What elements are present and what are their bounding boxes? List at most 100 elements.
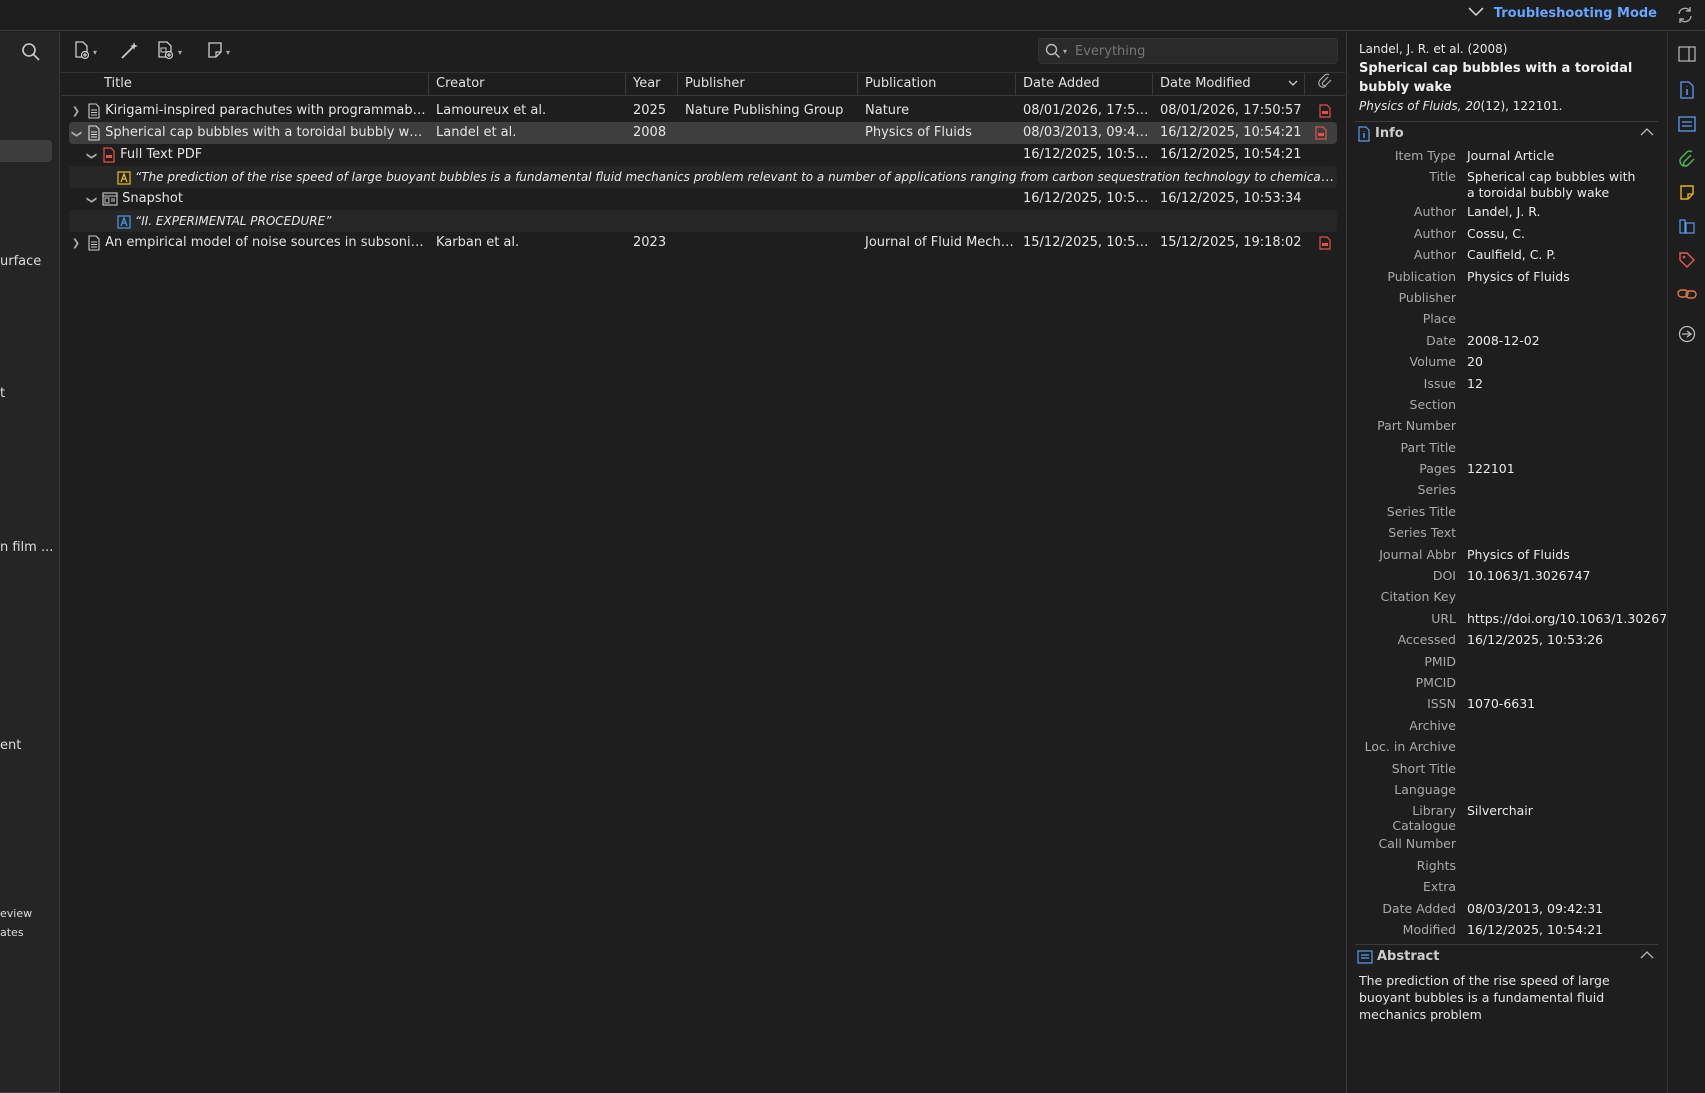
- field-value[interactable]: 08/03/2013, 09:42:31: [1456, 898, 1646, 917]
- selected-collection[interactable]: [0, 140, 52, 162]
- field-value[interactable]: [1456, 437, 1646, 440]
- collapse-arrow-icon[interactable]: ❯: [80, 193, 102, 207]
- field-value[interactable]: [1456, 287, 1646, 290]
- collapse-arrow-icon[interactable]: ❯: [80, 149, 102, 163]
- abstract-text[interactable]: The prediction of the rise speed of larg…: [1347, 968, 1666, 1027]
- collection-fragment[interactable]: n film ...: [0, 540, 53, 555]
- date-added-cell: 16/12/2025, 10:53:30: [1023, 147, 1153, 162]
- abstract-section-header[interactable]: Abstract: [1355, 944, 1658, 968]
- field-value[interactable]: [1456, 855, 1646, 858]
- field-value[interactable]: 1070-6631: [1456, 693, 1646, 712]
- field-value[interactable]: [1456, 501, 1646, 504]
- sync-icon[interactable]: [1675, 5, 1697, 27]
- pdf-attachment-icon[interactable]: [1305, 232, 1345, 254]
- search-mode-icon[interactable]: ▾: [1045, 43, 1067, 59]
- field-value[interactable]: [1456, 876, 1646, 879]
- field-value[interactable]: 16/12/2025, 10:54:21: [1456, 919, 1646, 938]
- add-by-identifier-button[interactable]: [119, 41, 141, 63]
- field-label: Author: [1413, 204, 1456, 220]
- collection-fragment[interactable]: eview: [0, 907, 32, 920]
- table-row[interactable]: ❯ An empirical model of noise sources in…: [61, 232, 1345, 254]
- column-creator[interactable]: Creator: [429, 73, 626, 95]
- info-icon[interactable]: [1675, 78, 1699, 102]
- add-attachment-button[interactable]: ▾: [156, 41, 182, 63]
- field-value[interactable]: [1456, 758, 1646, 761]
- table-row[interactable]: ❯ Kirigami-inspired parachutes with prog…: [61, 100, 1345, 122]
- field-value[interactable]: Physics of Fluids: [1456, 544, 1646, 563]
- search-box[interactable]: ▾: [1038, 38, 1338, 64]
- field-value[interactable]: https://doi.org/10.1063/1.3026747: [1456, 608, 1666, 627]
- field-value[interactable]: 10.1063/1.3026747: [1456, 565, 1646, 584]
- field-value[interactable]: 122101: [1456, 458, 1646, 477]
- troubleshooting-mode-menu[interactable]: Troubleshooting Mode: [1468, 6, 1657, 21]
- field-value[interactable]: [1456, 415, 1646, 418]
- collection-fragment[interactable]: t: [0, 386, 5, 401]
- column-date-added[interactable]: Date Added: [1016, 73, 1153, 95]
- field-value[interactable]: Caulfield, C. P.: [1456, 244, 1646, 263]
- new-item-button[interactable]: ▾: [73, 41, 97, 63]
- field-label: Series Text: [1388, 525, 1456, 541]
- field-value[interactable]: 20: [1456, 351, 1646, 370]
- libraries-collections-icon[interactable]: [1675, 214, 1699, 238]
- date-modified-cell: 16/12/2025, 10:53:34: [1160, 191, 1302, 206]
- new-note-button[interactable]: ▾: [206, 41, 230, 63]
- toggle-pane-icon[interactable]: [1675, 42, 1699, 66]
- field-value[interactable]: 16/12/2025, 10:53:26: [1456, 629, 1646, 648]
- field-value[interactable]: [1456, 394, 1646, 397]
- field-value[interactable]: Silverchair: [1456, 800, 1646, 819]
- collection-fragment[interactable]: urface: [0, 254, 41, 269]
- annotation-row[interactable]: “The prediction of the rise speed of lar…: [69, 166, 1337, 188]
- collection-fragment[interactable]: ent: [0, 738, 21, 753]
- collapse-chevron-icon[interactable]: [1640, 126, 1654, 141]
- field-value[interactable]: Landel, J. R.: [1456, 201, 1646, 220]
- date-added-cell: 08/03/2013, 09:42:31: [1023, 125, 1153, 140]
- field-value[interactable]: [1456, 651, 1646, 654]
- attachments-icon[interactable]: [1675, 146, 1699, 170]
- expand-arrow-icon[interactable]: ❯: [69, 101, 83, 122]
- field-value[interactable]: [1456, 522, 1646, 525]
- search-icon[interactable]: [21, 42, 41, 66]
- column-title[interactable]: Title: [61, 73, 429, 95]
- field-value[interactable]: [1456, 479, 1646, 482]
- field-value[interactable]: 12: [1456, 373, 1646, 392]
- related-icon[interactable]: [1675, 282, 1699, 306]
- search-input[interactable]: [1075, 43, 1316, 59]
- notes-icon[interactable]: [1675, 180, 1699, 204]
- column-attachments[interactable]: [1305, 73, 1345, 95]
- attachment-row[interactable]: ❯ Full Text PDF 16/12/2025, 10:53:30 16/…: [61, 144, 1345, 166]
- field-value[interactable]: [1456, 672, 1646, 675]
- column-year[interactable]: Year: [626, 73, 678, 95]
- info-field-row: Volume 20: [1347, 351, 1666, 372]
- field-label: Date Added: [1382, 900, 1456, 916]
- column-date-modified[interactable]: Date Modified: [1153, 73, 1305, 95]
- column-publication[interactable]: Publication: [858, 73, 1016, 95]
- info-section-label: Info: [1375, 126, 1404, 141]
- field-value[interactable]: [1456, 715, 1646, 718]
- field-value[interactable]: Physics of Fluids: [1456, 266, 1646, 285]
- creator-cell: Landel et al.: [436, 125, 517, 140]
- column-publisher[interactable]: Publisher: [678, 73, 858, 95]
- field-value[interactable]: 2008-12-02: [1456, 330, 1646, 349]
- field-value[interactable]: Spherical cap bubbles with a toroidal bu…: [1456, 166, 1646, 201]
- field-value[interactable]: Cossu, C.: [1456, 223, 1646, 242]
- attachment-row[interactable]: ❯ Snapshot 16/12/2025, 10:53:34 16/12/20…: [61, 188, 1345, 210]
- field-value[interactable]: [1456, 779, 1646, 782]
- field-value[interactable]: [1456, 586, 1646, 589]
- collection-fragment[interactable]: ates: [0, 926, 24, 939]
- pdf-attachment-icon[interactable]: [1305, 100, 1345, 122]
- field-value[interactable]: Journal Article: [1456, 145, 1646, 164]
- pdf-attachment-icon[interactable]: [1305, 122, 1337, 144]
- table-row-selected[interactable]: ❯ Spherical cap bubbles with a toroidal …: [69, 122, 1337, 144]
- field-value[interactable]: [1456, 833, 1646, 836]
- annotation-row[interactable]: “II. EXPERIMENTAL PROCEDURE”: [69, 210, 1337, 232]
- date-added-cell: 16/12/2025, 10:53:34: [1023, 191, 1153, 206]
- expand-arrow-icon[interactable]: ❯: [69, 233, 83, 254]
- info-section-header[interactable]: Info: [1355, 121, 1658, 145]
- locate-icon[interactable]: [1675, 322, 1699, 346]
- collapse-arrow-icon[interactable]: ❯: [69, 127, 87, 141]
- abstract-icon[interactable]: [1675, 112, 1699, 136]
- field-value[interactable]: [1456, 736, 1646, 739]
- field-value[interactable]: [1456, 308, 1646, 311]
- tags-icon[interactable]: [1675, 248, 1699, 272]
- collapse-chevron-icon[interactable]: [1640, 949, 1654, 964]
